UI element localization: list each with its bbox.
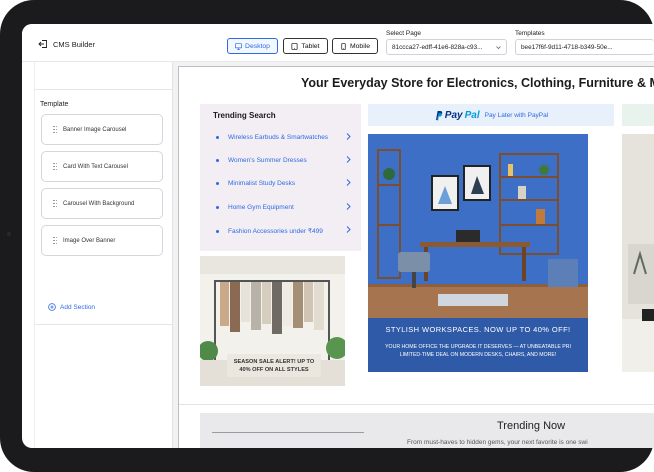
templates-label: Templates xyxy=(515,30,545,37)
sale-caption-line2: 40% OFF ON ALL STYLES xyxy=(239,367,309,373)
trending-search-item[interactable]: Women's Summer Dresses xyxy=(216,156,352,164)
select-page-value: 81ccca27-edff-41e6-828a-c93... xyxy=(392,43,483,51)
office-banner-line2: LIMITED-TIME DEAL ON MODERN DESKS, CHAIR… xyxy=(399,352,557,358)
trending-search-item[interactable]: Fashion Accessories under ₹499 xyxy=(216,226,352,235)
exit-icon xyxy=(38,40,47,48)
trending-search-item-label: Women's Summer Dresses xyxy=(228,157,307,164)
add-section-label: Add Section xyxy=(60,303,96,311)
template-item-label: Banner Image Carousel xyxy=(63,126,127,133)
plus-circle-icon xyxy=(48,303,56,311)
trending-search-item-label: Minimalist Study Desks xyxy=(228,180,296,187)
trending-now-title: Trending Now xyxy=(497,420,566,432)
bullet-icon xyxy=(216,229,219,233)
sidebar: Template Banner Image Carousel Card With… xyxy=(34,62,174,448)
drag-handle-icon[interactable] xyxy=(53,162,57,171)
paypal-logo-pal: Pal xyxy=(464,109,480,121)
select-page-dropdown[interactable]: 81ccca27-edff-41e6-828a-c93... xyxy=(386,39,507,55)
chevron-right-icon xyxy=(346,203,351,210)
bullet-icon xyxy=(216,182,219,185)
template-item-carousel-with-background[interactable]: Carousel With Background xyxy=(41,188,163,219)
drag-handle-icon[interactable] xyxy=(53,125,57,134)
desktop-label: Desktop xyxy=(245,42,270,50)
trending-search-item[interactable]: Minimalist Study Desks xyxy=(216,179,352,187)
monitor-icon xyxy=(235,42,242,50)
tablet-icon xyxy=(291,42,298,50)
tablet-view-button[interactable]: Tablet xyxy=(283,38,328,54)
paypal-text: Pay Later with PayPal xyxy=(484,111,549,119)
camera-dot xyxy=(7,232,11,236)
tablet-label: Tablet xyxy=(301,42,320,50)
trending-now-rule xyxy=(212,432,364,433)
drag-handle-icon[interactable] xyxy=(53,199,57,208)
paypal-logo: Pay Pal xyxy=(434,110,480,121)
sale-caption-line1: SEASON SALE ALERT! UP TO xyxy=(233,359,315,365)
trending-search-item[interactable]: Wireless Earbuds & Smartwatches xyxy=(216,133,352,141)
paypal-banner[interactable]: Pay Pal Pay Later with PayPal xyxy=(368,104,614,126)
templates-dropdown[interactable]: bee17f6f-9d11-4718-b349-50e... xyxy=(515,39,654,55)
trending-search-item-label: Wireless Earbuds & Smartwatches xyxy=(228,134,329,141)
next-banner-peek xyxy=(622,104,654,126)
drag-handle-icon[interactable] xyxy=(53,236,57,245)
section-divider xyxy=(179,404,654,405)
mobile-label: Mobile xyxy=(349,42,371,50)
office-banner-headline: STYLISH WORKSPACES. NOW UP TO 40% OFF! xyxy=(385,325,571,334)
template-item-label: Card With Text Carousel xyxy=(63,163,128,170)
template-item-banner-image-carousel[interactable]: Banner Image Carousel xyxy=(41,114,163,145)
add-section-button[interactable]: Add Section xyxy=(48,303,95,311)
desktop-view-button[interactable]: Desktop xyxy=(227,38,278,54)
tablet-frame: CMS Builder Desktop Tablet Mobile Select… xyxy=(0,0,654,472)
next-slide-peek xyxy=(622,134,654,372)
office-banner[interactable]: STYLISH WORKSPACES. NOW UP TO 40% OFF! Y… xyxy=(368,134,588,372)
page-preview[interactable]: Your Everyday Store for Electronics, Clo… xyxy=(178,66,654,448)
trending-now-section: Trending Now From must-haves to hidden g… xyxy=(200,413,654,448)
screen: CMS Builder Desktop Tablet Mobile Select… xyxy=(22,24,654,448)
office-banner-subtext: YOUR HOME OFFICE THE UPGRADE IT DESERVES… xyxy=(368,343,588,359)
office-banner-caption: STYLISH WORKSPACES. NOW UP TO 40% OFF! Y… xyxy=(368,318,588,372)
templates-value: bee17f6f-9d11-4718-b349-50e... xyxy=(521,43,613,51)
trending-search-panel: Trending Search Wireless Earbuds & Smart… xyxy=(200,104,361,251)
paypal-p-icon xyxy=(435,110,443,121)
office-photo xyxy=(368,134,588,318)
cms-builder-title[interactable]: CMS Builder xyxy=(38,39,95,49)
chevron-down-icon xyxy=(496,46,501,50)
trending-search-item-label: Home Gym Equipment xyxy=(228,204,294,211)
sidebar-divider xyxy=(35,324,174,325)
store-title: Your Everyday Store for Electronics, Clo… xyxy=(301,76,654,90)
chevron-right-icon xyxy=(346,226,351,233)
template-item-label: Image Over Banner xyxy=(63,237,116,244)
room-photo xyxy=(622,134,654,372)
mobile-view-button[interactable]: Mobile xyxy=(332,38,378,54)
app-title: CMS Builder xyxy=(53,39,96,49)
paypal-logo-pay: Pay xyxy=(444,109,463,121)
clothes-banner[interactable]: SEASON SALE ALERT! UP TO 40% OFF ON ALL … xyxy=(200,256,345,386)
select-page-label: Select Page xyxy=(386,30,422,37)
trending-search-item-label: Fashion Accessories under ₹499 xyxy=(228,228,323,235)
template-item-image-over-banner[interactable]: Image Over Banner xyxy=(41,225,163,256)
trending-search-title: Trending Search xyxy=(213,111,276,120)
template-item-card-with-text-carousel[interactable]: Card With Text Carousel xyxy=(41,151,163,182)
trending-search-item[interactable]: Home Gym Equipment xyxy=(216,203,352,211)
trending-now-subtitle: From must-haves to hidden gems, your nex… xyxy=(407,439,588,446)
office-banner-line1: YOUR HOME OFFICE THE UPGRADE IT DESERVES… xyxy=(385,344,571,350)
bullet-icon xyxy=(216,159,219,162)
bullet-icon xyxy=(216,136,219,139)
bullet-icon xyxy=(216,206,219,209)
chevron-right-icon xyxy=(346,133,351,140)
phone-icon xyxy=(341,42,346,50)
chevron-right-icon xyxy=(346,156,351,163)
sidebar-header xyxy=(35,62,172,90)
template-item-label: Carousel With Background xyxy=(63,200,135,207)
chevron-right-icon xyxy=(346,179,351,186)
template-heading: Template xyxy=(40,101,69,108)
top-bar: CMS Builder Desktop Tablet Mobile Select… xyxy=(22,24,654,62)
sale-caption: SEASON SALE ALERT! UP TO 40% OFF ON ALL … xyxy=(227,354,321,377)
